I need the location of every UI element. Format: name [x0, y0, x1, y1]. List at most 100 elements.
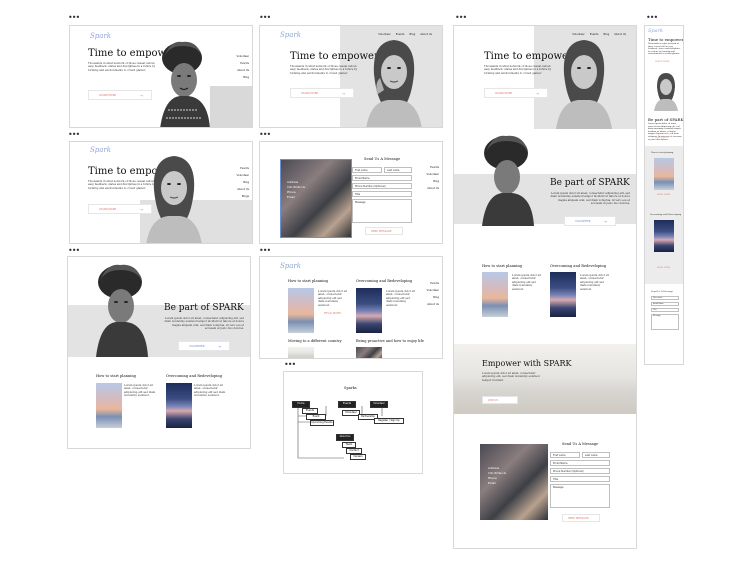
frame-menu-dots[interactable]: •••: [259, 247, 271, 255]
frame-menu-dots[interactable]: •••: [259, 131, 271, 139]
card-body: Lorem ipsum dolor sit amet, consectetur …: [512, 274, 541, 291]
learn-more-link[interactable]: LEARN MORE: [655, 61, 670, 64]
card-image: [654, 158, 674, 190]
read-more-link[interactable]: READ MORE: [657, 267, 670, 270]
read-more-link[interactable]: READ MORE: [324, 312, 341, 315]
portrait-headwrap-photo: [482, 135, 534, 226]
sitemap-node-home[interactable]: Home: [292, 401, 310, 408]
title-field[interactable]: Title: [651, 308, 679, 312]
nav-item-blog[interactable]: Blog: [237, 179, 249, 186]
nav-item-about[interactable]: About Us: [427, 185, 439, 192]
learn-more-label: LEARN MORE: [495, 91, 513, 95]
learn-more-button[interactable]: LEARN MORE →: [484, 88, 548, 98]
nav-item-volunteer[interactable]: Volunteer: [427, 171, 439, 178]
volunteer-link[interactable]: VOLUNTEER: [655, 137, 668, 140]
brand-logo[interactable]: Spark: [648, 28, 663, 34]
message-field[interactable]: Message: [651, 314, 679, 330]
frame-mobile: Spark Time to empower Thousands in what …: [644, 25, 684, 365]
nav-item-about[interactable]: About Us: [237, 67, 249, 74]
frame-menu-dots[interactable]: •••: [646, 14, 658, 22]
last-name-field[interactable]: Last name: [582, 452, 610, 458]
card-body: Lorem ipsum dolor sit amet, consectetur …: [194, 384, 226, 398]
phone-field[interactable]: Phone Number (Optional): [550, 468, 610, 474]
email-field[interactable]: Email Name: [550, 460, 610, 466]
card-image: [288, 347, 314, 358]
learn-more-label: LEARN MORE: [99, 207, 117, 211]
card-body: Lorem ipsum dolor sit amet, consectetur …: [124, 384, 156, 398]
title-field[interactable]: Title: [352, 191, 412, 197]
first-name-field[interactable]: First name: [352, 167, 382, 173]
contact-title: Send Us A Message: [364, 157, 401, 161]
brand-logo[interactable]: Spark: [90, 32, 111, 40]
frame-menu-dots[interactable]: •••: [68, 14, 80, 22]
sitemap-node[interactable]: Careers: [350, 454, 366, 460]
brand-logo[interactable]: Spark: [280, 262, 301, 270]
arrow-right-icon: →: [139, 207, 143, 212]
learn-more-button[interactable]: LEARN MORE →: [88, 204, 152, 214]
contact-info: Address Info Write Us Phone Email: [488, 466, 506, 486]
sitemap-node-volunteer[interactable]: Volunteer: [370, 401, 388, 408]
send-message-button[interactable]: SEND MESSAGE: [562, 514, 600, 522]
hero-body: Thousands in what network of those causa…: [484, 65, 552, 75]
join-us-button[interactable]: JOIN US: [482, 396, 518, 404]
portrait-headwrap-photo: [96, 264, 148, 357]
nav-item-events[interactable]: Events: [237, 60, 249, 67]
learn-more-label: LEARN MORE: [99, 93, 117, 97]
volunteer-button[interactable]: VOLUNTEER →: [564, 216, 616, 226]
message-field[interactable]: Message: [550, 484, 610, 508]
nav-item-events[interactable]: Events: [427, 164, 439, 171]
card-body: Lorem ipsum dolor sit amet, consectetur …: [386, 290, 415, 307]
volunteer-button[interactable]: VOLUNTEER →: [178, 341, 230, 351]
nav-item-events[interactable]: Events: [237, 165, 249, 172]
nav-column: Volunteer Events About Us Blog: [237, 53, 249, 81]
send-message-button[interactable]: SEND MESSAGE: [365, 227, 403, 235]
nav-item-blog[interactable]: Blog: [237, 74, 249, 81]
read-more-link[interactable]: READ MORE: [657, 194, 670, 197]
arrow-right-icon: →: [217, 344, 221, 349]
brand-logo[interactable]: Spark: [280, 31, 301, 39]
first-name-field[interactable]: First name: [550, 452, 580, 458]
nav-item-about[interactable]: About Us: [427, 301, 439, 308]
card-image: [482, 272, 508, 317]
card-image: [96, 383, 122, 428]
brand-logo[interactable]: Spark: [90, 146, 111, 154]
message-field[interactable]: Message: [352, 199, 412, 223]
first-name-field[interactable]: First name: [651, 296, 679, 300]
hero-body: Thousands in what network of those causa…: [648, 43, 681, 56]
frame-menu-dots[interactable]: •••: [259, 14, 271, 22]
frame-sitemap: Sparks Home Events Volunteer Events Even…: [283, 371, 423, 474]
card-title: Moving to a different country: [288, 339, 342, 343]
card-title: How to start planning: [651, 152, 674, 154]
learn-more-button[interactable]: LEARN MORE →: [290, 88, 354, 98]
contact-info: Address Info Write Us Phone Email: [287, 180, 305, 200]
title-field[interactable]: Title: [550, 476, 610, 482]
frame-menu-dots[interactable]: •••: [68, 247, 80, 255]
nav-item-blog[interactable]: Blog: [427, 294, 439, 301]
learn-more-button[interactable]: LEARN MORE →: [88, 90, 152, 100]
nav-item-about[interactable]: About Us: [237, 186, 249, 193]
grey-backdrop: [210, 86, 252, 127]
frame-menu-dots[interactable]: •••: [284, 361, 296, 369]
nav-item-blog[interactable]: Blog: [427, 178, 439, 185]
nav-column: Events Volunteer Blog About Us: [427, 164, 439, 192]
sitemap-node[interactable]: Register / Sign Up: [374, 418, 404, 424]
nav-item-about[interactable]: About Us: [614, 33, 626, 36]
nav-item-volunteer[interactable]: Volunteer: [237, 53, 249, 60]
last-name-field[interactable]: Last name: [384, 167, 412, 173]
email-field[interactable]: Email Name: [352, 175, 412, 181]
frame-menu-dots[interactable]: •••: [68, 131, 80, 139]
portrait-headwrap-photo: [160, 41, 210, 127]
sitemap-node-about[interactable]: About Us: [336, 434, 354, 441]
sitemap-node-events[interactable]: Events: [338, 401, 356, 408]
nav-item-blogs[interactable]: Blogs: [237, 193, 249, 200]
phone-field[interactable]: Phone Number (Optional): [352, 183, 412, 189]
email-field[interactable]: Email Name: [651, 302, 679, 306]
nav-item-events[interactable]: Events: [427, 280, 439, 287]
sitemap-node[interactable]: Upcoming Events: [310, 420, 334, 426]
nav-item-volunteer[interactable]: Volunteer: [237, 172, 249, 179]
contact-email: Email: [488, 481, 496, 485]
portrait-woman-photo: [366, 40, 422, 127]
frame-menu-dots[interactable]: •••: [455, 14, 467, 22]
nav-item-volunteer[interactable]: Volunteer: [427, 287, 439, 294]
card-title: Overcoming and Redeveloping: [356, 279, 413, 283]
